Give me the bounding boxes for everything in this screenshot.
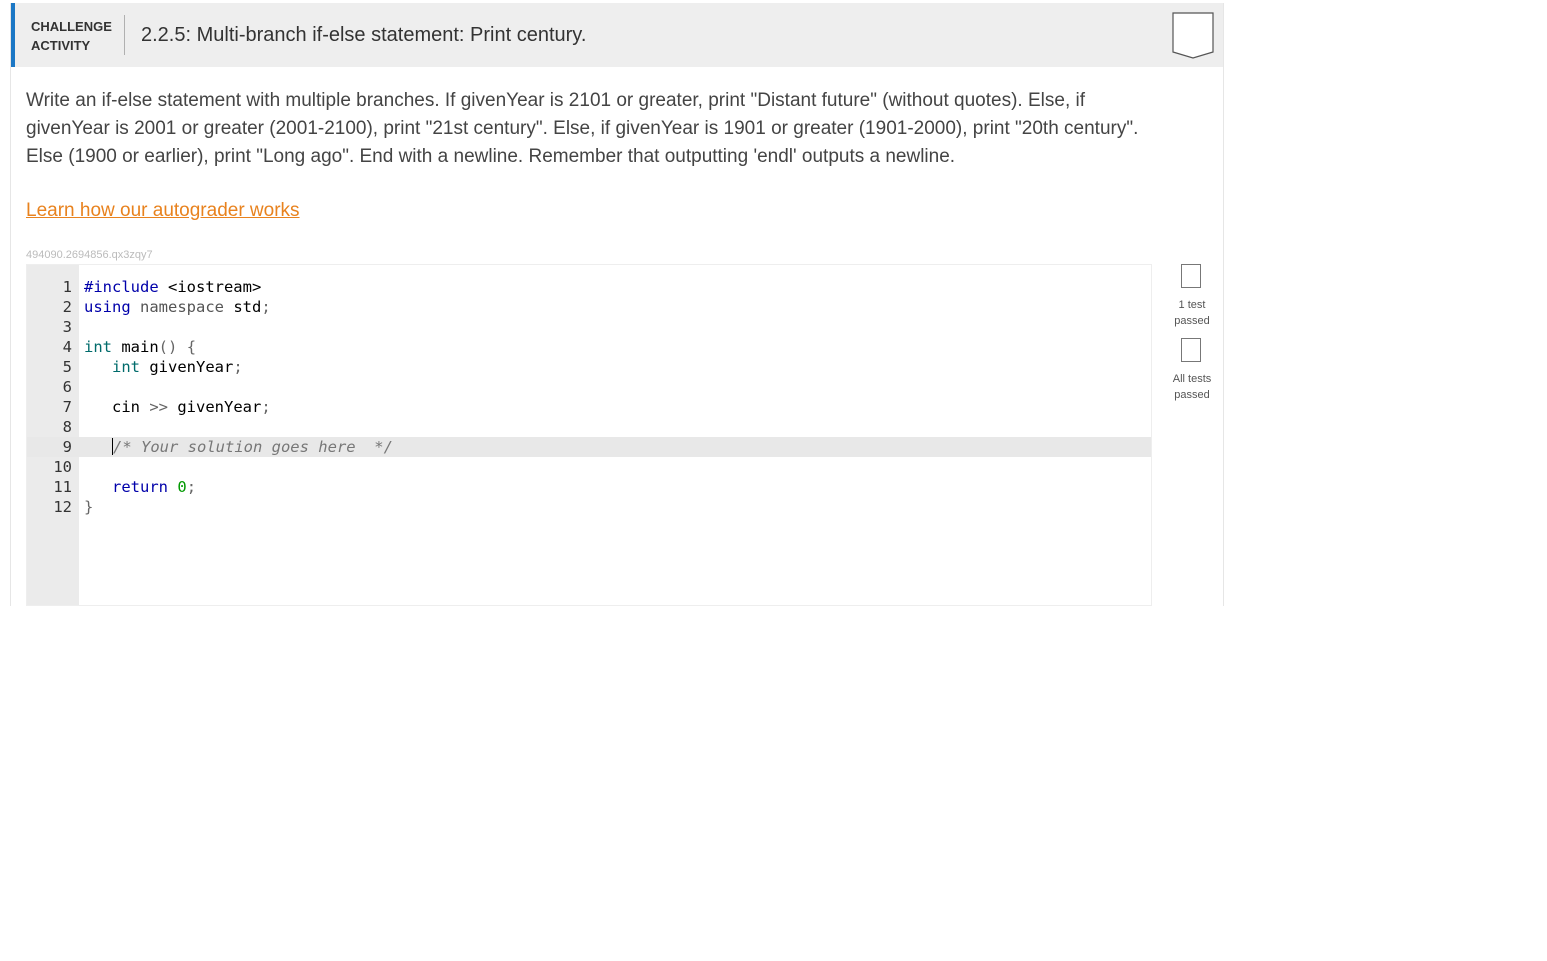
code-text[interactable]: #include <iostream> — [84, 277, 261, 297]
code-text[interactable]: using namespace std; — [84, 297, 271, 317]
code-line[interactable]: 3 — [27, 317, 1151, 337]
code-text[interactable]: } — [84, 497, 93, 517]
line-number: 5 — [62, 358, 72, 376]
code-line[interactable]: 6 — [27, 377, 1151, 397]
activity-type-line2: ACTIVITY — [31, 38, 91, 53]
activity-title: 2.2.5: Multi-branch if-else statement: P… — [141, 24, 587, 46]
header-divider — [124, 15, 125, 55]
code-editor[interactable]: 1 #include <iostream> 2 using namespace … — [26, 264, 1152, 606]
line-number: 11 — [53, 478, 72, 496]
code-line[interactable]: 1 #include <iostream> — [27, 277, 1151, 297]
line-number: 7 — [62, 398, 72, 416]
line-number: 9 — [62, 438, 72, 456]
code-line[interactable]: 5 int givenYear; — [27, 357, 1151, 377]
line-number: 12 — [53, 498, 72, 516]
one-test-status: 1 test passed — [1162, 297, 1222, 329]
code-text[interactable]: int main() { — [84, 337, 196, 357]
activity-type-label: CHALLENGE ACTIVITY — [31, 17, 112, 55]
test-status-box-icon — [1181, 264, 1201, 288]
code-line[interactable]: 7 cin >> givenYear; — [27, 397, 1151, 417]
code-line[interactable]: 4 int main() { — [27, 337, 1151, 357]
line-number: 10 — [53, 458, 72, 476]
all-tests-line1: All tests — [1172, 373, 1212, 385]
code-line[interactable]: 10 — [27, 457, 1151, 477]
code-line[interactable]: 11 return 0; — [27, 477, 1151, 497]
activity-header: CHALLENGE ACTIVITY 2.2.5: Multi-branch i… — [11, 3, 1223, 67]
line-number: 4 — [62, 338, 72, 356]
one-test-line2: passed — [1174, 315, 1210, 327]
code-text[interactable]: cin >> givenYear; — [84, 397, 271, 417]
code-line[interactable]: 2 using namespace std; — [27, 297, 1151, 317]
activity-id: 494090.2694856.qx3zqy7 — [26, 249, 153, 261]
code-line[interactable]: 8 — [27, 417, 1151, 437]
all-tests-status: All tests passed — [1162, 371, 1222, 403]
autograder-link[interactable]: Learn how our autograder works — [26, 200, 300, 222]
one-test-line1: 1 test — [1178, 299, 1206, 311]
activity-description: Write an if-else statement with multiple… — [26, 90, 1139, 167]
line-number: 2 — [62, 298, 72, 316]
line-number: 1 — [62, 278, 72, 296]
code-text[interactable]: /* Your solution goes here */ — [84, 437, 393, 457]
line-number: 6 — [62, 378, 72, 396]
code-text[interactable]: int givenYear; — [84, 357, 243, 377]
line-number: 3 — [62, 318, 72, 336]
line-number: 8 — [62, 418, 72, 436]
challenge-activity-card: CHALLENGE ACTIVITY 2.2.5: Multi-branch i… — [10, 3, 1224, 606]
accent-bar — [11, 3, 15, 67]
code-line[interactable]: 12 } — [27, 497, 1151, 517]
code-text[interactable]: return 0; — [84, 477, 196, 497]
activity-type-line1: CHALLENGE — [31, 19, 112, 34]
code-lines[interactable]: 1 #include <iostream> 2 using namespace … — [27, 277, 1151, 517]
all-tests-line2: passed — [1174, 389, 1210, 401]
test-status-box-icon — [1181, 338, 1201, 362]
completion-bookmark-icon — [1172, 12, 1214, 65]
code-line-active[interactable]: 9 /* Your solution goes here */ — [27, 437, 1151, 457]
